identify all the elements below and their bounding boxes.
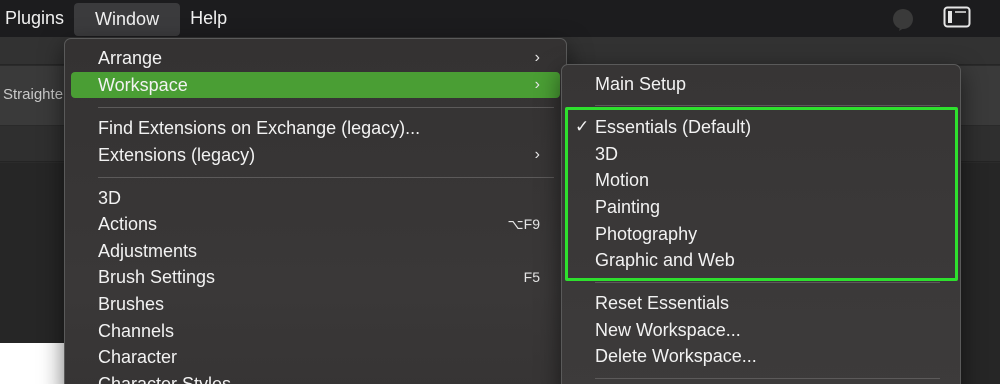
menu-item-label: Adjustments xyxy=(98,241,198,261)
menubar-help[interactable]: Help xyxy=(180,0,237,37)
chevron-right-icon: › xyxy=(534,146,540,163)
menu-separator xyxy=(98,107,554,108)
menu-item-label: 3D xyxy=(98,188,122,208)
straighten-button[interactable]: Straighten xyxy=(3,86,67,103)
menu-item-label: Arrange xyxy=(98,48,163,68)
menu-item-label: Character xyxy=(98,347,178,367)
menu-item-label: Extensions (legacy) xyxy=(98,145,256,165)
menu-item-delete-workspace[interactable]: Delete Workspace... xyxy=(568,343,954,369)
shortcut-label: ⌥F9 xyxy=(507,216,540,232)
window-menu: Arrange › Workspace › Find Extensions on… xyxy=(64,38,567,384)
menu-item-label: Workspace xyxy=(98,75,188,95)
menu-separator xyxy=(595,105,940,106)
menu-item-adjustments[interactable]: Adjustments xyxy=(71,238,560,264)
menu-item-arrange[interactable]: Arrange › xyxy=(71,45,560,71)
menu-item-label: Find Extensions on Exchange (legacy)... xyxy=(98,118,421,138)
menu-item-new-workspace[interactable]: New Workspace... xyxy=(568,317,954,343)
menu-item-channels[interactable]: Channels xyxy=(71,318,560,344)
menu-item-brushes[interactable]: Brushes xyxy=(71,291,560,317)
menu-item-label: Channels xyxy=(98,321,175,341)
checkmark-icon: ✓ xyxy=(575,117,590,136)
menu-item-label: Graphic and Web xyxy=(595,250,735,270)
menu-bar: Plugins Window Help xyxy=(0,0,1000,37)
menu-item-essentials-default[interactable]: ✓ Essentials (Default) xyxy=(568,114,954,140)
menu-item-actions[interactable]: Actions ⌥F9 xyxy=(71,211,560,237)
menu-separator xyxy=(595,378,940,379)
menu-item-label: New Workspace... xyxy=(595,320,741,340)
menu-item-label: Motion xyxy=(595,170,650,190)
chevron-right-icon: › xyxy=(534,49,540,66)
menubar-plugins[interactable]: Plugins xyxy=(0,0,74,37)
menu-item-workspace[interactable]: Workspace › xyxy=(71,72,560,98)
chevron-right-icon: › xyxy=(534,76,540,93)
menu-item-label: Main Setup xyxy=(595,74,687,94)
menu-item-photography[interactable]: Photography xyxy=(568,221,954,247)
menu-separator xyxy=(98,177,554,178)
menu-item-character-styles[interactable]: Character Styles xyxy=(71,371,560,384)
menu-item-label: Brushes xyxy=(98,294,165,314)
menu-item-label: Actions xyxy=(98,214,158,234)
menu-item-label: Delete Workspace... xyxy=(595,346,757,366)
menu-item-label: Essentials (Default) xyxy=(595,117,752,137)
menu-item-main-setup[interactable]: Main Setup xyxy=(568,71,954,97)
document-canvas xyxy=(0,343,64,384)
menu-item-reset-essentials[interactable]: Reset Essentials xyxy=(568,290,954,316)
menu-item-find-extensions[interactable]: Find Extensions on Exchange (legacy)... xyxy=(71,115,560,141)
menu-item-label: Character Styles xyxy=(98,374,232,384)
menu-item-extensions-legacy[interactable]: Extensions (legacy) › xyxy=(71,142,560,168)
moon-icon[interactable] xyxy=(891,7,915,31)
workspace-submenu: Main Setup ✓ Essentials (Default) 3D Mot… xyxy=(561,64,961,384)
menu-item-label: Painting xyxy=(595,197,661,217)
menu-item-label: Brush Settings xyxy=(98,267,216,287)
menu-item-painting[interactable]: Painting xyxy=(568,194,954,220)
menu-item-character[interactable]: Character xyxy=(71,344,560,370)
menu-item-brush-settings[interactable]: Brush Settings F5 xyxy=(71,264,560,290)
menu-separator xyxy=(595,282,940,283)
window-icon[interactable] xyxy=(943,6,971,28)
menubar-window[interactable]: Window xyxy=(74,3,181,36)
menu-item-label: 3D xyxy=(595,144,619,164)
shortcut-label: F5 xyxy=(523,269,540,285)
menu-item-3d[interactable]: 3D xyxy=(71,185,560,211)
menu-item-graphic-and-web[interactable]: Graphic and Web xyxy=(568,247,954,273)
menu-item-label: Reset Essentials xyxy=(595,293,730,313)
menu-item-motion[interactable]: Motion xyxy=(568,167,954,193)
menu-item-3d-workspace[interactable]: 3D xyxy=(568,141,954,167)
menu-item-label: Photography xyxy=(595,224,698,244)
